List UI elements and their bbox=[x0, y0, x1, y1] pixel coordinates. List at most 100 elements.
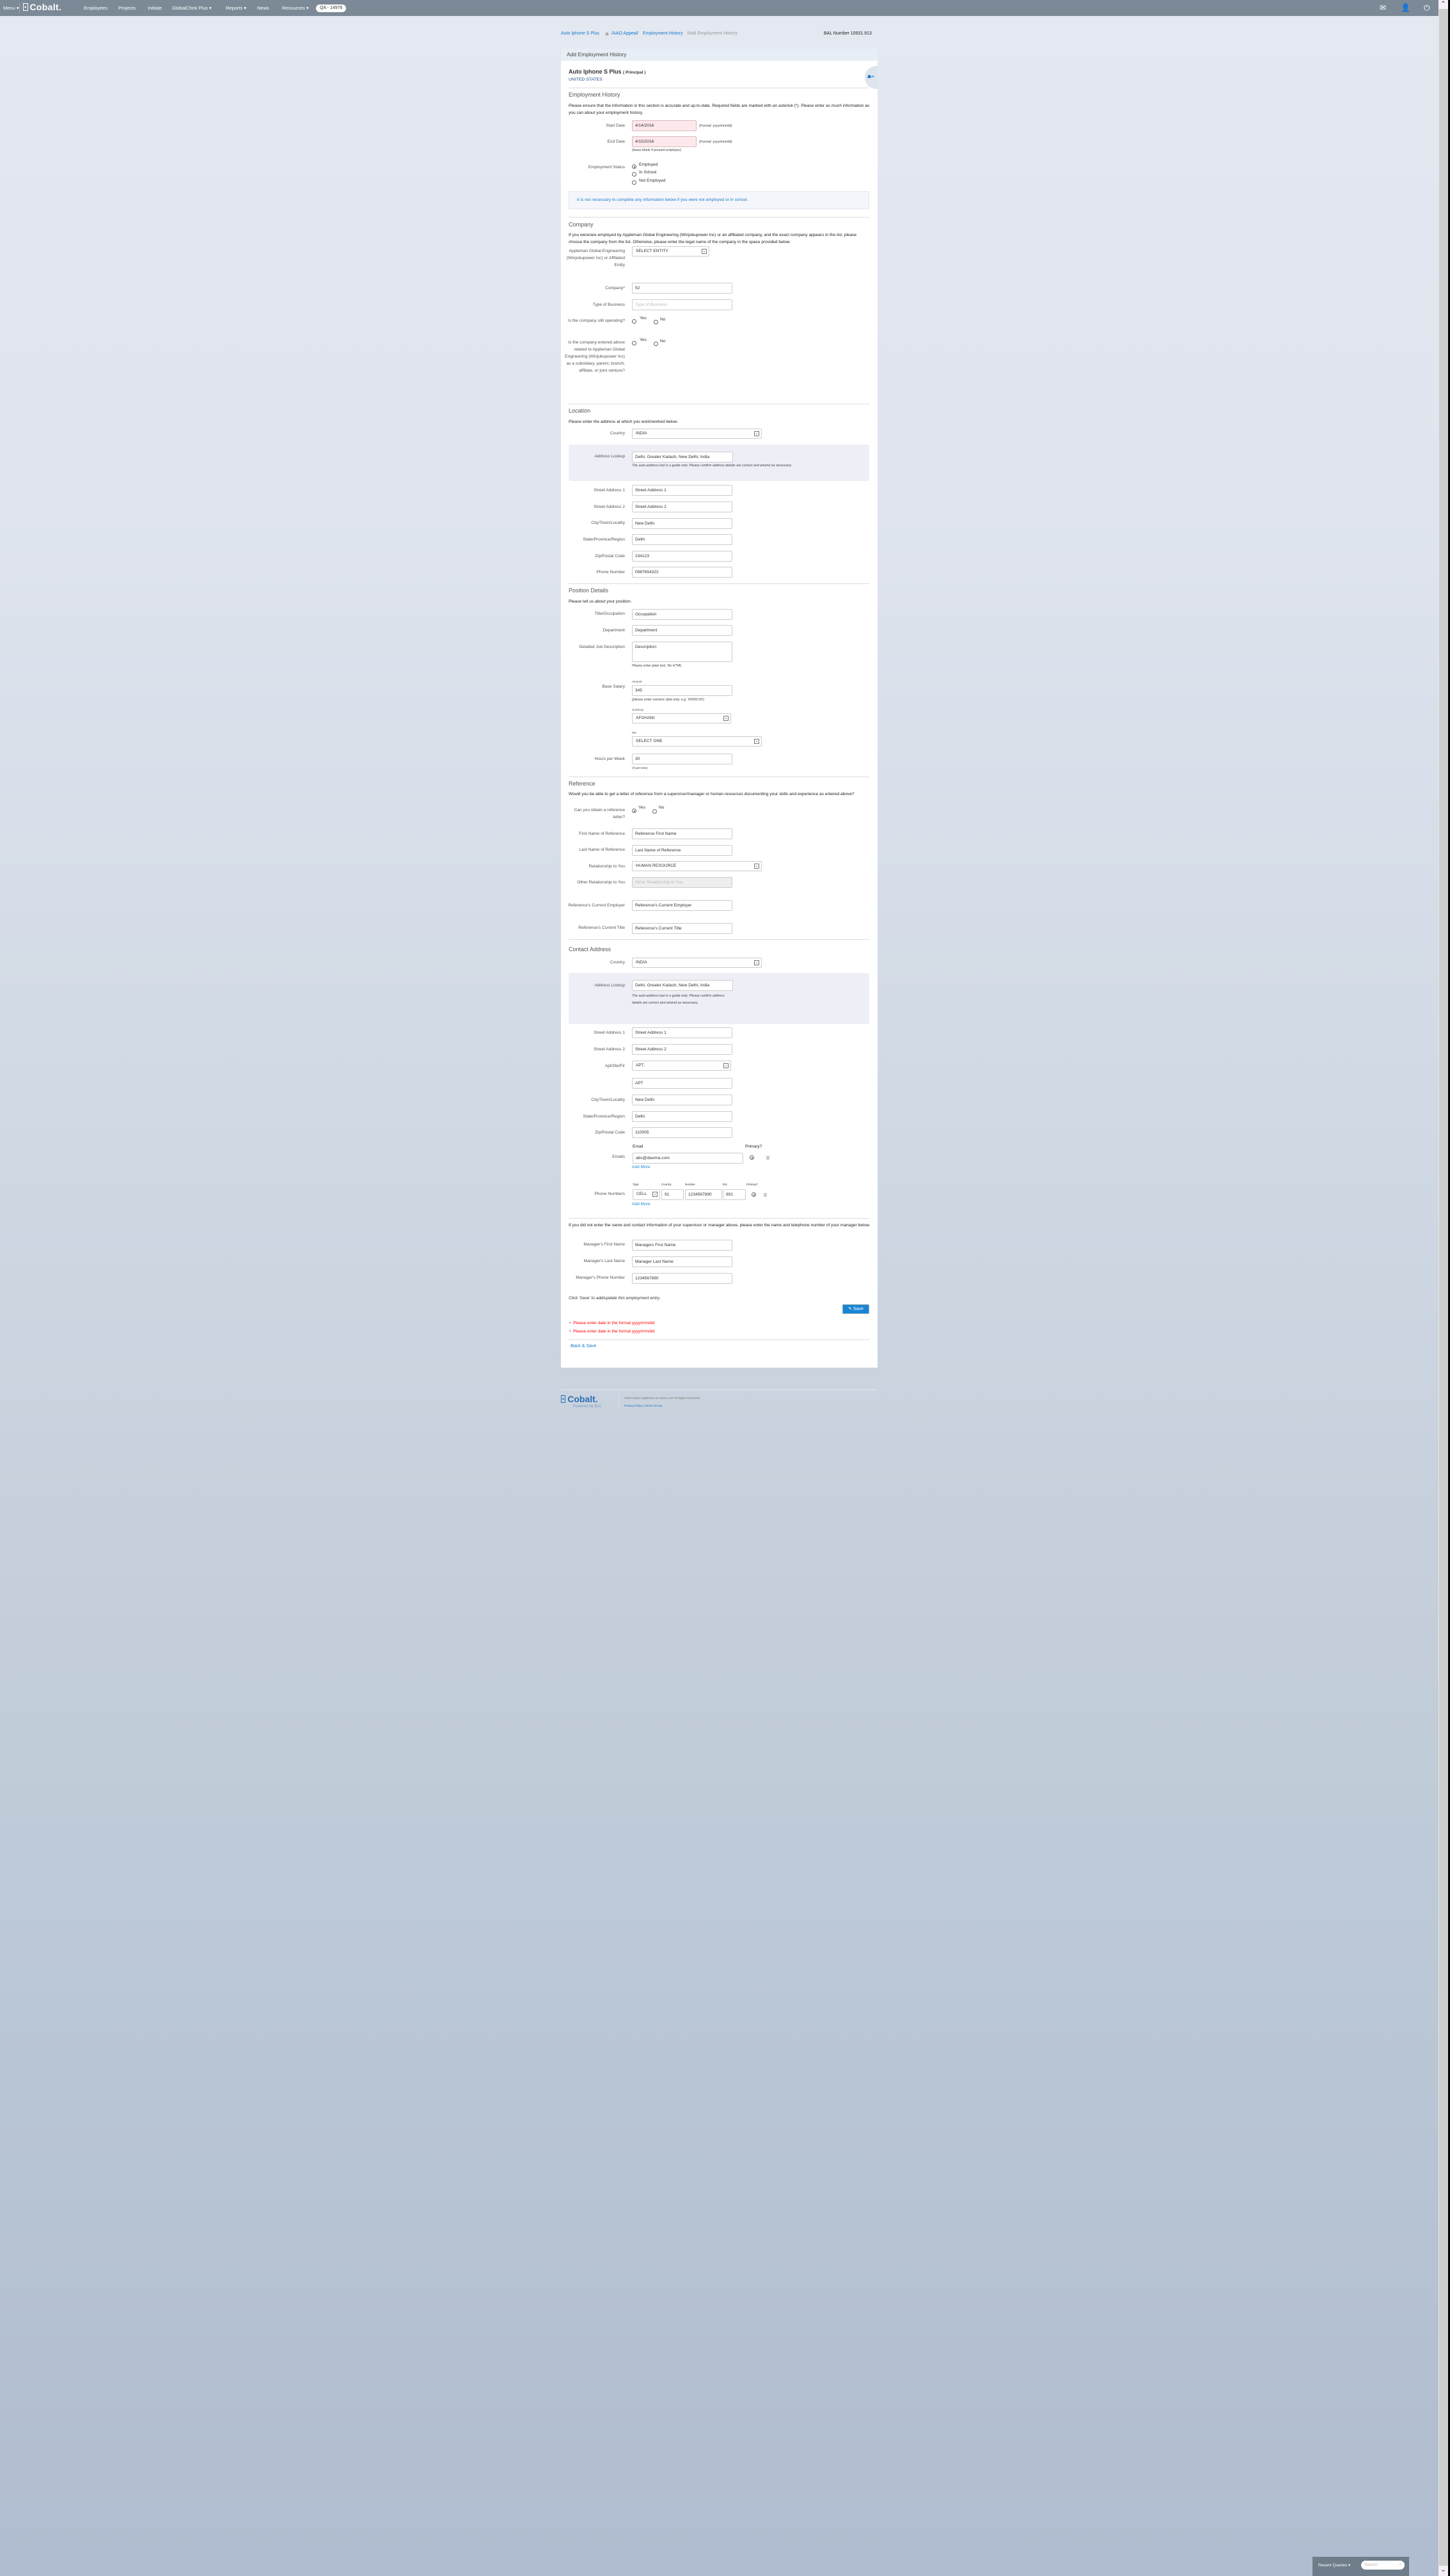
description-textarea[interactable]: Description bbox=[632, 642, 732, 662]
other-relationship-input[interactable]: Other Relationship to You bbox=[632, 877, 732, 888]
occupation-input[interactable]: Occupation bbox=[632, 609, 732, 620]
cobalt-logo[interactable]: ▪ Cobalt. bbox=[23, 2, 61, 12]
breadcrumb-employment-history[interactable]: Employment History bbox=[643, 31, 683, 36]
contact-street1-input[interactable]: Street Address 1 bbox=[632, 1027, 732, 1038]
phone-ext-input[interactable]: 891 bbox=[723, 1189, 746, 1200]
apt-select[interactable]: APT. ⌄ bbox=[632, 1061, 731, 1071]
ref-first-input[interactable]: Reference First Name bbox=[632, 828, 732, 839]
info-notice: It is not necessary to complete any info… bbox=[569, 191, 869, 209]
scrollbar-thumb[interactable] bbox=[1438, 9, 1448, 2566]
nav-news[interactable]: News bbox=[257, 0, 269, 16]
status-employed-label: Employed bbox=[639, 162, 658, 167]
obtain-yes-radio[interactable] bbox=[632, 809, 636, 813]
contact-zip-input[interactable]: 110005 bbox=[632, 1127, 732, 1138]
entity-select[interactable]: SELECT ENTITY ⌄ bbox=[632, 246, 709, 257]
street1-input[interactable]: Street Address 1 bbox=[632, 485, 732, 496]
nav-employees[interactable]: Employees bbox=[84, 0, 107, 16]
trash-icon[interactable] bbox=[766, 1156, 769, 1160]
chevron-down-icon[interactable]: ◉ bbox=[605, 31, 609, 36]
power-icon[interactable]: ⏻ bbox=[1424, 0, 1430, 16]
save-label: Save bbox=[853, 1307, 863, 1311]
nav-globalchek-plus[interactable]: GlobalChek Plus ▾ bbox=[172, 0, 212, 16]
card-header: Add Employment History bbox=[561, 49, 878, 61]
manager-phone-input[interactable]: 1234567890 bbox=[632, 1273, 732, 1284]
end-date-hint: (leave blank if present employer) bbox=[632, 148, 681, 152]
recent-queries-search[interactable]: Search ⌕ bbox=[1361, 2561, 1405, 2570]
ref-employer-input[interactable]: Reference's Current Employer bbox=[632, 900, 732, 911]
city-input[interactable]: New Delhi bbox=[632, 518, 732, 529]
ref-last-input[interactable]: Last Name of Reference bbox=[632, 845, 732, 856]
per-select[interactable]: SELECT ONE ⌄ bbox=[632, 736, 762, 747]
related-no-radio[interactable] bbox=[654, 342, 658, 346]
phone-input[interactable]: 0987654322 bbox=[632, 567, 732, 578]
company-input[interactable]: 52 bbox=[632, 283, 732, 294]
breadcrumb-person[interactable]: Auto Iphone S Plus bbox=[561, 31, 599, 36]
add-more-phone-link[interactable]: Add More bbox=[632, 1202, 650, 1206]
amount-input[interactable]: 345 bbox=[632, 685, 732, 696]
state-input[interactable]: Delhi bbox=[632, 534, 732, 545]
obtain-no-radio[interactable] bbox=[652, 809, 657, 814]
department-input[interactable]: Department bbox=[632, 625, 732, 636]
contact-country-select[interactable]: INDIA ⌄ bbox=[632, 958, 762, 968]
address-lookup-panel bbox=[569, 445, 869, 481]
country-select[interactable]: INDIA ⌄ bbox=[632, 429, 762, 439]
phone-country-input[interactable]: 91 bbox=[661, 1189, 684, 1200]
phone-primary-radio[interactable] bbox=[752, 1192, 756, 1197]
add-more-email-link[interactable]: Add More bbox=[632, 1165, 650, 1169]
country-select-value: INDIA bbox=[636, 431, 647, 436]
status-employed-radio[interactable] bbox=[632, 164, 636, 169]
manager-last-input[interactable]: Manager Last Name bbox=[632, 1256, 732, 1267]
status-in-school-radio[interactable] bbox=[632, 172, 636, 177]
back-and-save-link[interactable]: ‹Back & Save bbox=[569, 1344, 596, 1348]
ref-last-label: Last Name of Reference bbox=[579, 848, 625, 852]
related-yes-radio[interactable] bbox=[632, 341, 636, 345]
contact-state-input[interactable]: Delhi bbox=[632, 1111, 732, 1122]
applicant-country: UNITED STATES bbox=[569, 77, 603, 82]
end-date-input[interactable]: 4/15/2016 bbox=[632, 136, 697, 147]
breadcrumb-appeal[interactable]: /AAO Appeal/ bbox=[611, 31, 638, 36]
email-primary-radio[interactable] bbox=[750, 1155, 754, 1160]
scroll-up-icon[interactable]: ⌃ bbox=[1438, 0, 1448, 9]
street2-input[interactable]: Street Address 2 bbox=[632, 502, 732, 512]
phone-type-select[interactable]: CELL ⌄ bbox=[633, 1189, 660, 1200]
relationship-select[interactable]: HUMAN RESOURCE ⌄ bbox=[632, 861, 762, 871]
recent-queries-toggle[interactable]: Recent Queries ▾ bbox=[1318, 2563, 1350, 2568]
business-type-input[interactable]: Type of Business bbox=[632, 299, 732, 310]
start-date-input[interactable]: 4/14/2016 bbox=[632, 120, 697, 131]
terms-of-use-link[interactable]: Terms of Use bbox=[645, 1404, 662, 1407]
scrollbar[interactable]: ⌃ bbox=[1438, 0, 1448, 2576]
phone-number-input[interactable]: 1234567890 bbox=[685, 1189, 722, 1200]
case-number-badge[interactable]: QA - 14976 bbox=[316, 4, 347, 12]
hours-input[interactable]: 30 bbox=[632, 754, 732, 764]
contact-city-input[interactable]: New Delhi bbox=[632, 1094, 732, 1105]
apt-input[interactable]: APT bbox=[632, 1078, 732, 1089]
privacy-policy-link[interactable]: Privacy Policy bbox=[624, 1404, 643, 1407]
address-lookup-input[interactable]: Delhi, Greater Kailash, New Delhi, India bbox=[632, 452, 733, 462]
operating-yes-radio[interactable] bbox=[632, 319, 636, 324]
zip-input[interactable]: 234123 bbox=[632, 551, 732, 562]
nav-reports[interactable]: Reports ▾ bbox=[226, 0, 246, 16]
trash-icon[interactable] bbox=[764, 1193, 767, 1197]
manager-first-input[interactable]: Managers First Name bbox=[632, 1240, 732, 1251]
email-input[interactable]: abc@daxima.com bbox=[633, 1153, 743, 1164]
employment-intro: Please ensure that the information in th… bbox=[569, 104, 870, 115]
nav-initiate[interactable]: Initiate bbox=[148, 0, 162, 16]
nav-resources[interactable]: Resources ▾ bbox=[282, 0, 309, 16]
user-icon[interactable]: 👤 bbox=[1401, 0, 1410, 16]
form-card bbox=[561, 49, 878, 1368]
nav-projects[interactable]: Projects bbox=[118, 0, 136, 16]
operating-no-radio[interactable] bbox=[654, 320, 658, 324]
divider bbox=[569, 939, 869, 940]
scroll-down-icon[interactable]: ⌄ bbox=[1438, 2566, 1448, 2576]
contact-lookup-hint: The auto-address tool is a guide only. P… bbox=[632, 994, 725, 1005]
menu-dropdown[interactable]: Menu ▾ bbox=[3, 0, 19, 16]
zip-label: Zip/Postal Code bbox=[595, 554, 625, 558]
mail-icon[interactable]: ✉ bbox=[1380, 0, 1386, 16]
ref-title-input[interactable]: Reference's Current Title bbox=[632, 923, 732, 934]
currency-select[interactable]: AFGHANI ⌄ bbox=[632, 713, 731, 723]
position-intro: Please tell us about your position. bbox=[569, 599, 632, 604]
contact-lookup-input[interactable]: Delhi, Greater Kailash, New Delhi, India bbox=[632, 980, 733, 991]
save-button[interactable]: ✎ Save bbox=[842, 1304, 869, 1314]
status-not-employed-radio[interactable] bbox=[632, 180, 636, 185]
contact-street2-input[interactable]: Street Address 2 bbox=[632, 1044, 732, 1055]
